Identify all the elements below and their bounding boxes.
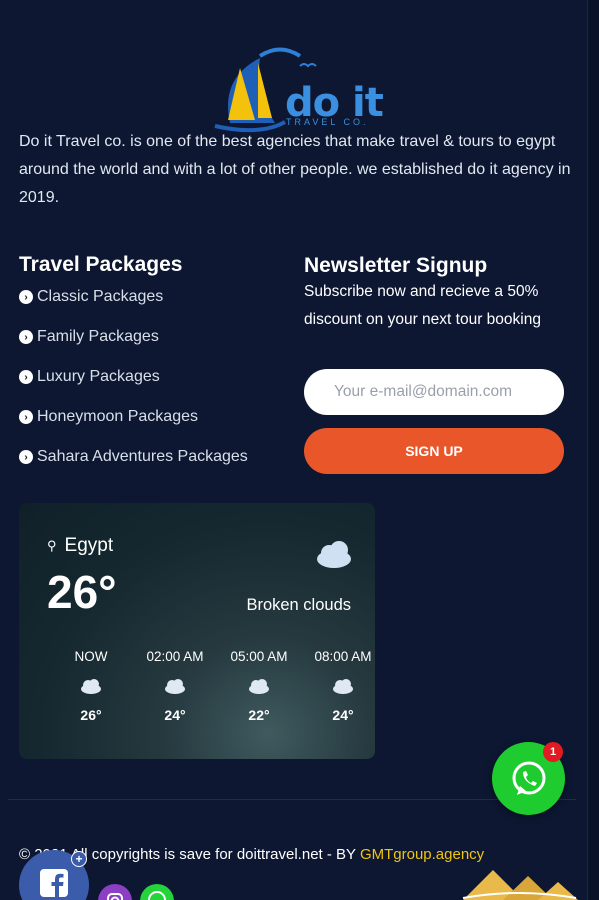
instagram-icon [107, 893, 123, 900]
package-label: Sahara Adventures Packages [37, 448, 248, 465]
forecast-hour: 05:00 AM 22° [217, 649, 301, 723]
package-label: Classic Packages [37, 288, 164, 305]
about-text: Do it Travel co. is one of the best agen… [19, 133, 571, 206]
weather-location-label: Egypt [64, 535, 114, 556]
forecast-temp: 24° [164, 707, 186, 723]
forecast-temp: 22° [248, 707, 270, 723]
package-link-classic[interactable]: › Classic Packages [19, 277, 248, 317]
plus-icon: + [71, 851, 87, 867]
facebook-icon [40, 869, 68, 898]
cloud-icon [317, 541, 351, 568]
chevron-right-icon: › [19, 290, 33, 304]
package-link-family[interactable]: › Family Packages [19, 317, 248, 357]
pyramids-logo-icon [462, 870, 578, 900]
newsletter-description: Subscribe now and recieve a 50% discount… [304, 283, 541, 328]
weather-location: ⚲ Egypt [47, 535, 113, 557]
forecast-hour: 08:00 AM 24° [301, 649, 375, 723]
logo-subtext: TRAVEL CO. [286, 117, 369, 127]
forecast-time: 05:00 AM [230, 649, 288, 664]
newsletter-title: Newsletter Signup [304, 254, 488, 277]
page-scrollbar[interactable] [587, 0, 599, 900]
forecast-hour: 02:00 AM 24° [133, 649, 217, 723]
weather-temperature: 26° [47, 566, 117, 618]
signup-button[interactable]: SIGN UP [304, 428, 564, 474]
forecast-time: 02:00 AM [146, 649, 204, 664]
weather-widget: ⚲ Egypt 26° Broken clouds NOW 26° 02:00 … [19, 503, 375, 759]
cloud-icon [165, 679, 185, 694]
package-link-luxury[interactable]: › Luxury Packages [19, 357, 248, 397]
package-link-honeymoon[interactable]: › Honeymoon Packages [19, 397, 248, 437]
forecast-temp: 24° [332, 707, 354, 723]
chevron-right-icon: › [19, 450, 33, 464]
package-label: Luxury Packages [37, 368, 160, 385]
instagram-button[interactable] [98, 884, 132, 900]
chevron-right-icon: › [19, 330, 33, 344]
whatsapp-icon [512, 761, 545, 795]
copyright-text: © 2021 All copyrights is save for doittr… [19, 846, 484, 863]
hourly-forecast: NOW 26° 02:00 AM 24° 05:00 AM 22° 08:00 … [49, 649, 375, 723]
forecast-time: NOW [74, 649, 108, 664]
package-label: Honeymoon Packages [37, 408, 198, 425]
package-link-sahara[interactable]: › Sahara Adventures Packages [19, 437, 248, 477]
whatsapp-icon [148, 891, 166, 900]
weather-condition: Broken clouds [246, 596, 351, 614]
packages-list: › Classic Packages › Family Packages › Luxu… [19, 277, 248, 477]
footer-divider [8, 799, 576, 800]
forecast-temp: 26° [80, 707, 102, 723]
packages-title: Travel Packages [19, 253, 183, 276]
chevron-right-icon: › [19, 410, 33, 424]
forecast-time: 08:00 AM [314, 649, 372, 664]
cloud-icon [81, 679, 101, 694]
whatsapp-small-button[interactable] [140, 884, 174, 900]
cloud-icon [333, 679, 353, 694]
forecast-hour: NOW 26° [49, 649, 133, 723]
chevron-right-icon: › [19, 370, 33, 384]
location-pin-icon: ⚲ [47, 538, 57, 553]
cloud-icon [249, 679, 269, 694]
email-input[interactable] [304, 369, 564, 415]
notification-badge: 1 [543, 742, 563, 762]
package-label: Family Packages [37, 328, 159, 345]
